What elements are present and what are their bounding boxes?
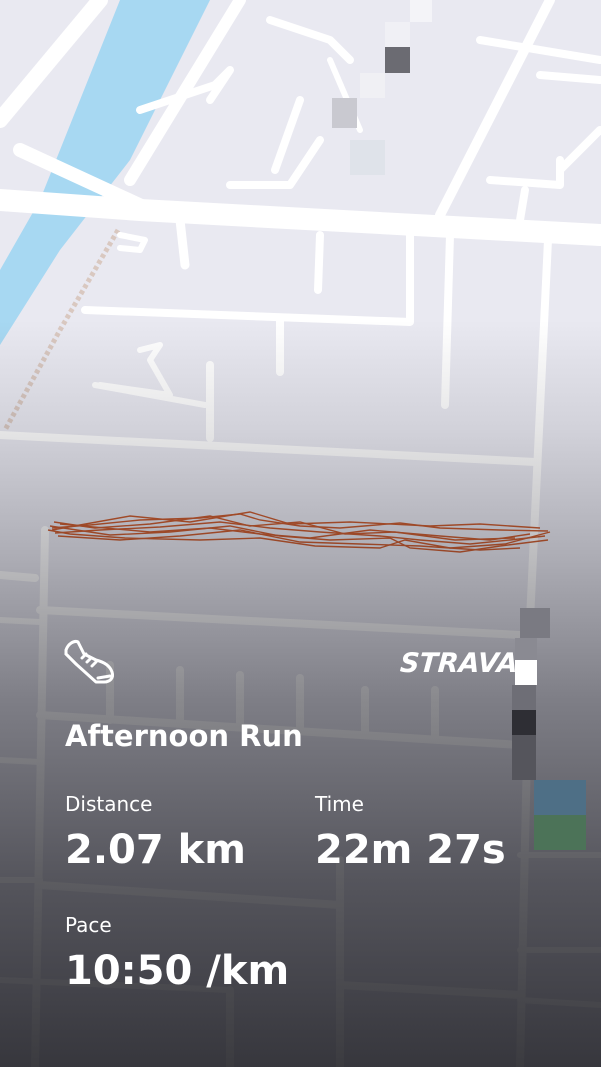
time-label: Time [315,792,364,816]
distance-label: Distance [65,792,153,816]
activity-title: Afternoon Run [65,719,303,753]
pace-label: Pace [65,913,112,937]
strava-logo: STRAVA [398,648,519,679]
time-value: 22m 27s [315,827,506,873]
running-shoe-icon [64,640,114,684]
activity-share-card: STRAVA Afternoon Run Distance 2.07 km Ti… [0,0,601,1067]
pace-value: 10:50 /km [65,948,290,994]
route-track [47,511,551,553]
distance-value: 2.07 km [65,827,246,873]
